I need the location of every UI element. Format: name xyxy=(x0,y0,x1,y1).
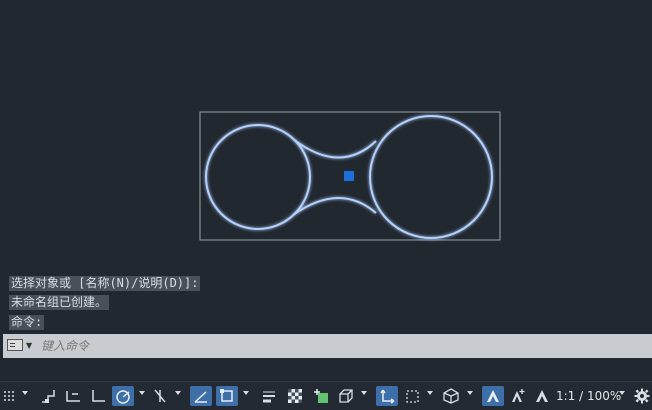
chevron-down-icon[interactable] xyxy=(361,391,367,395)
dynamic-ucs-icon[interactable] xyxy=(376,386,398,406)
chevron-down-icon[interactable] xyxy=(467,391,473,395)
command-line: ▼ xyxy=(3,334,652,358)
object-snap-icon[interactable] xyxy=(216,386,238,406)
chevron-down-icon[interactable] xyxy=(427,391,433,395)
infer-constraints-icon[interactable] xyxy=(62,386,84,406)
command-input[interactable] xyxy=(41,337,601,355)
history-line-2: 未命名组已创建。 xyxy=(9,295,110,310)
history-line-3: 命令: xyxy=(9,315,45,330)
gizmo-icon[interactable] xyxy=(440,386,462,406)
history-line-1: 选择对象或 [名称(N)/说明(D)]: xyxy=(9,276,201,291)
snap-icon[interactable] xyxy=(38,386,58,406)
object-snap-tracking-icon[interactable] xyxy=(190,386,212,406)
auto-scale-icon[interactable] xyxy=(508,386,528,406)
ortho-icon[interactable] xyxy=(88,386,108,406)
annotation-scale-icon[interactable] xyxy=(532,386,552,406)
chevron-down-icon[interactable] xyxy=(139,391,145,395)
polar-tracking-icon[interactable] xyxy=(112,386,134,406)
right-circle xyxy=(369,115,493,239)
3d-object-snap-icon[interactable] xyxy=(336,386,356,406)
selection-filter-icon[interactable] xyxy=(402,386,422,406)
chevron-down-icon[interactable] xyxy=(619,391,625,395)
chevron-down-icon[interactable] xyxy=(22,391,28,395)
annotation-visibility-icon[interactable] xyxy=(482,386,504,406)
command-window-icon[interactable] xyxy=(7,339,23,351)
chevron-down-icon[interactable]: ▼ xyxy=(26,341,32,350)
selection-cycling-icon[interactable] xyxy=(310,386,332,406)
transparency-icon[interactable] xyxy=(284,386,306,406)
settings-icon[interactable] xyxy=(632,386,652,406)
lineweight-icon[interactable] xyxy=(258,386,280,406)
grid-icon[interactable] xyxy=(2,386,16,406)
chevron-down-icon[interactable] xyxy=(175,391,181,395)
status-bar: 1:1 / 100% xyxy=(0,381,652,410)
annotation-scale-value[interactable]: 1:1 / 100% xyxy=(556,386,621,406)
chevron-down-icon[interactable] xyxy=(243,391,249,395)
group-grip[interactable] xyxy=(344,171,354,181)
isodraft-icon[interactable] xyxy=(150,386,170,406)
